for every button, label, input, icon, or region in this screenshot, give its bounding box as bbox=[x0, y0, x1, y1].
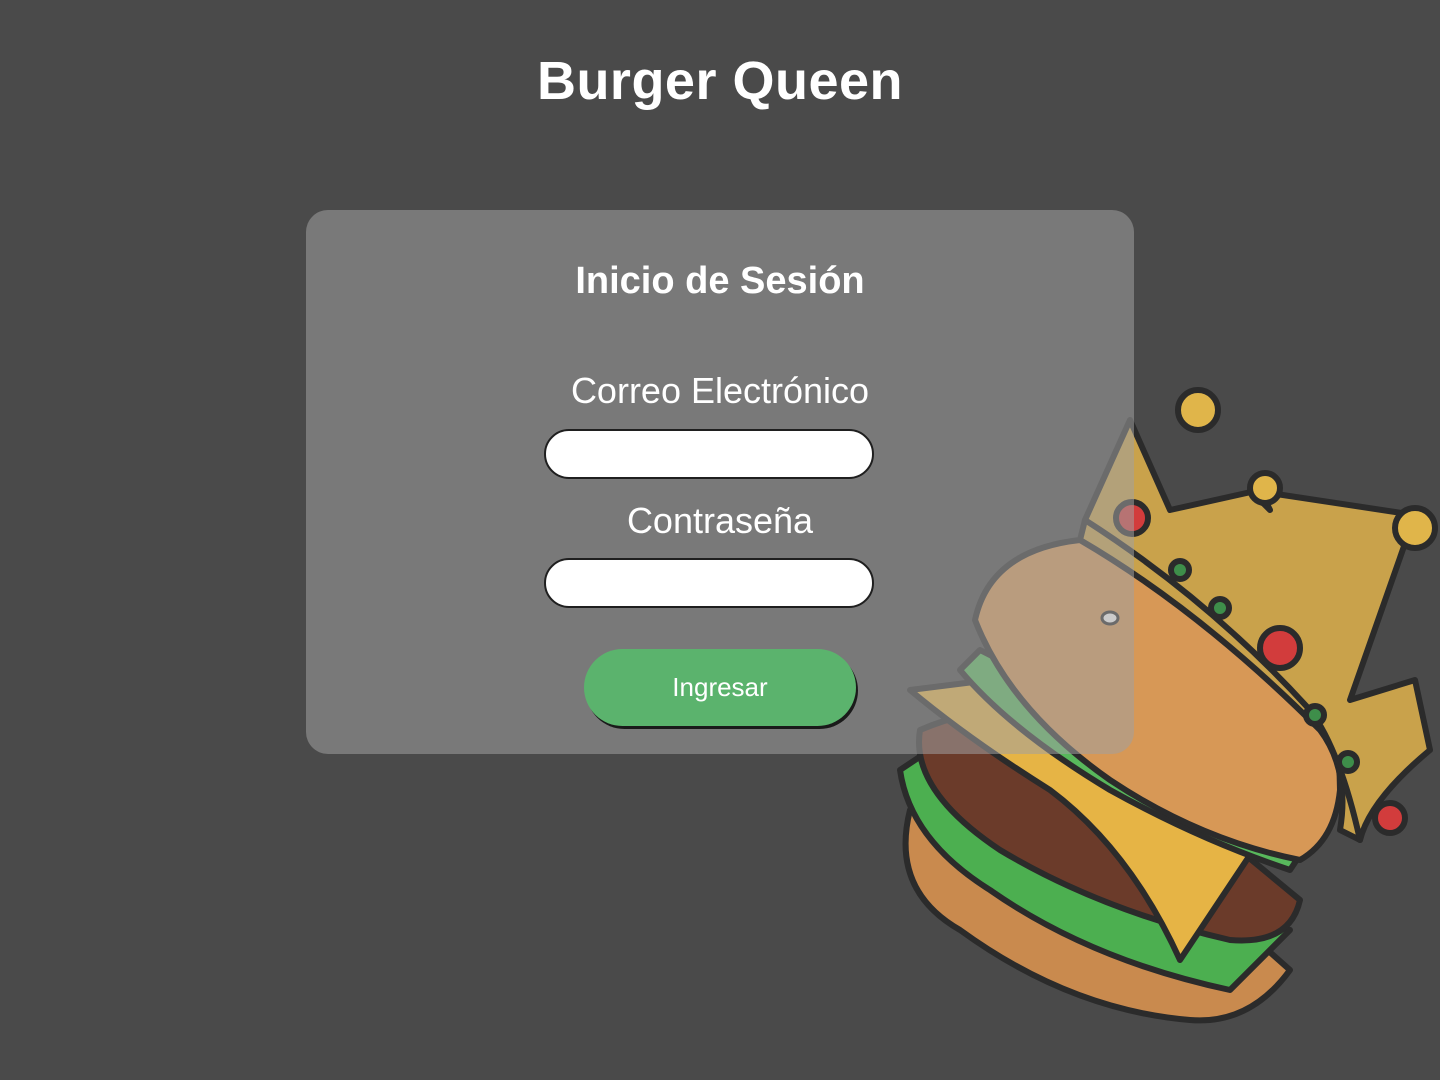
login-page: Burger Queen Inicio de Sesión Correo Ele… bbox=[0, 0, 1440, 1080]
password-field[interactable] bbox=[544, 558, 874, 608]
login-card: Inicio de Sesión Correo Electrónico Cont… bbox=[306, 210, 1134, 754]
password-label: Contraseña bbox=[626, 500, 814, 541]
submit-button[interactable]: Ingresar bbox=[584, 649, 856, 726]
email-label: Correo Electrónico bbox=[570, 370, 870, 411]
email-field[interactable] bbox=[544, 429, 874, 479]
login-title: Inicio de Sesión bbox=[575, 260, 865, 302]
app-title: Burger Queen bbox=[536, 51, 904, 111]
